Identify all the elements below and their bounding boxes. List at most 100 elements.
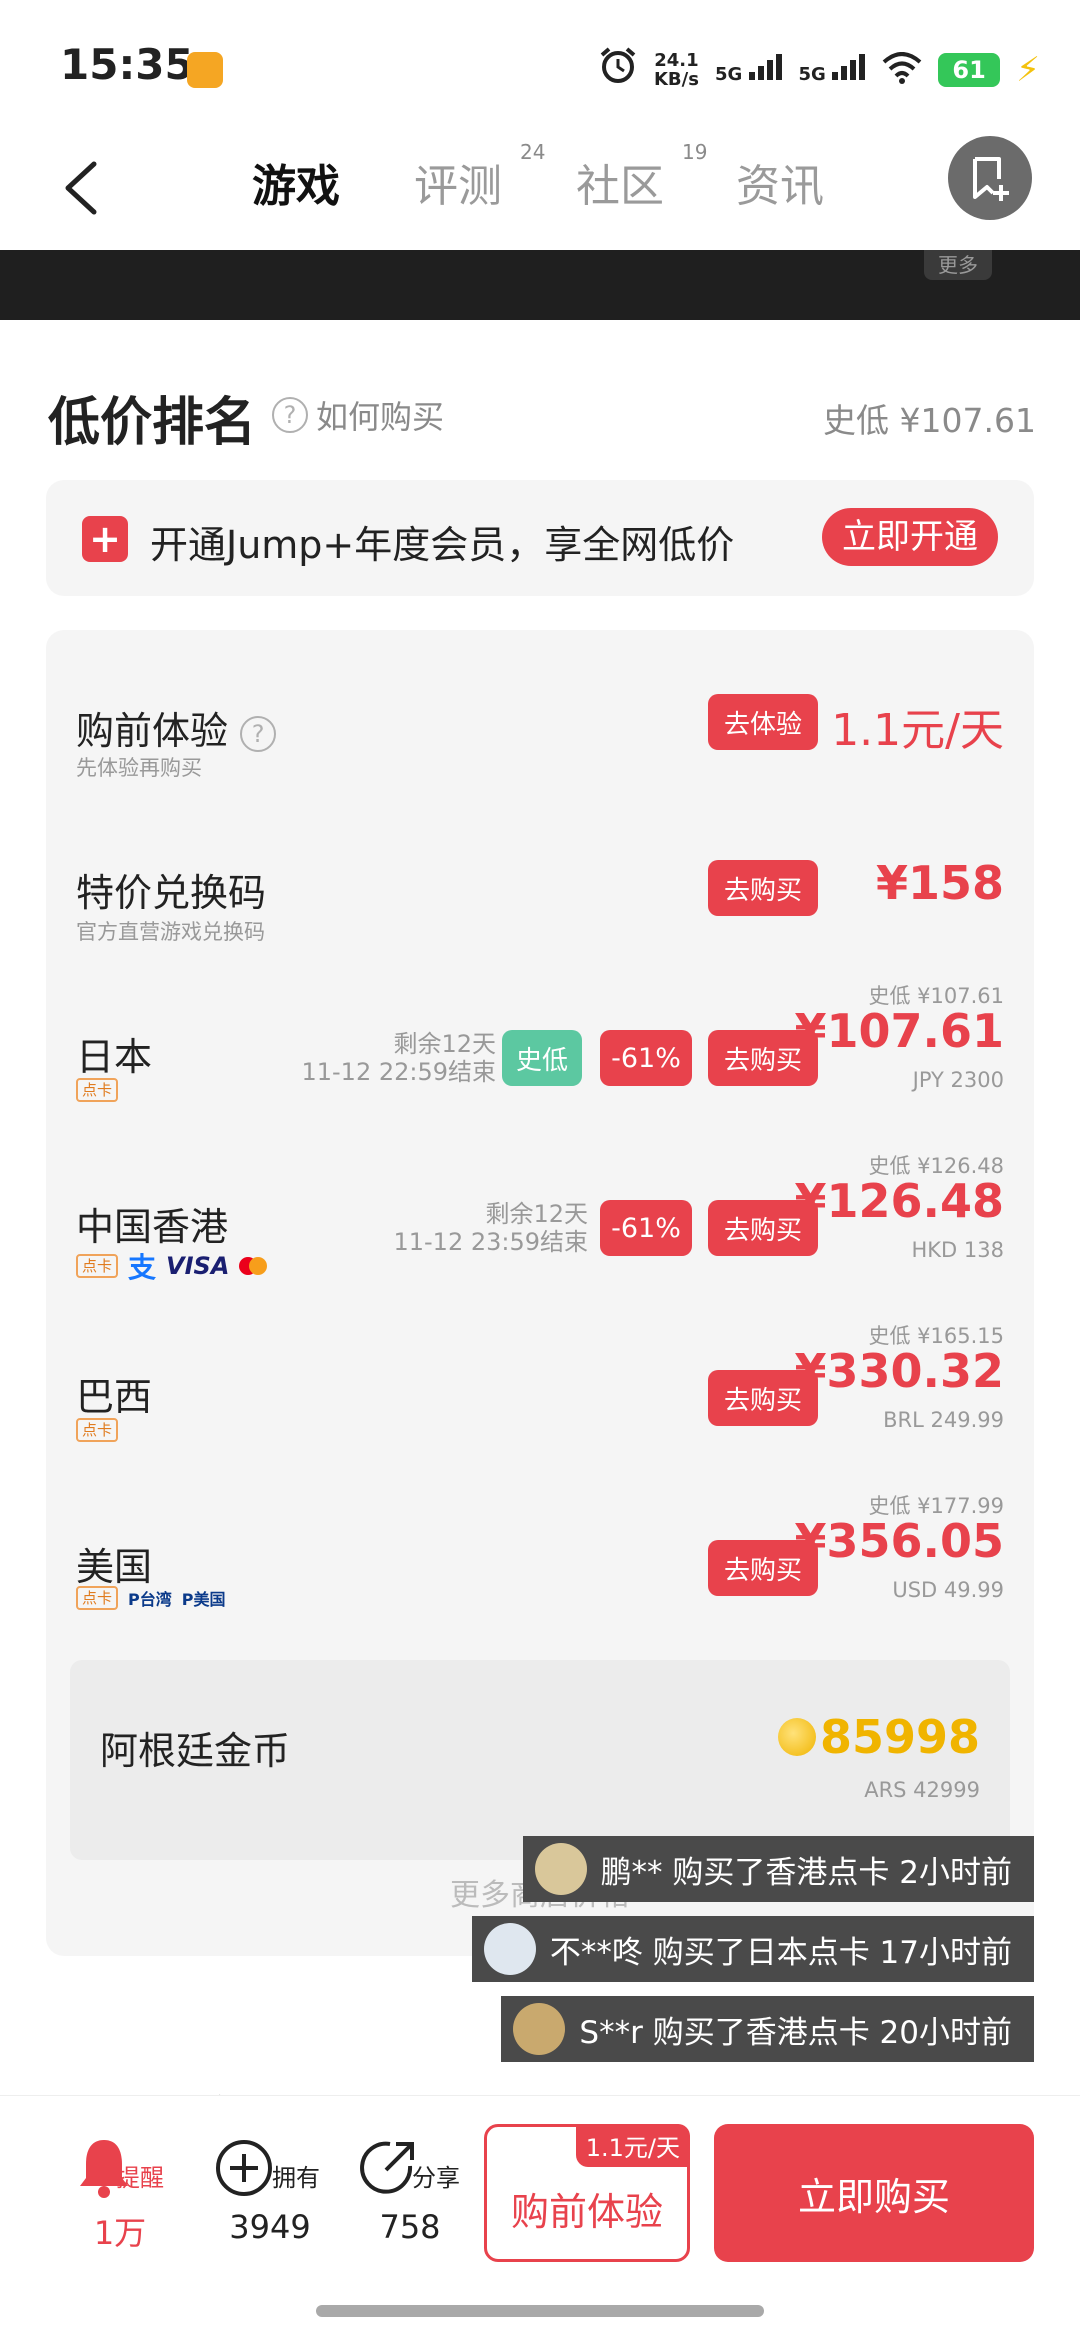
signal-icon bbox=[748, 54, 782, 80]
discount-badge: -61% bbox=[600, 1200, 692, 1256]
region-price: ¥107.61 bbox=[794, 1004, 1004, 1058]
status-icons: 24.1 KB/s 5G 5G 61 ⚡ bbox=[598, 45, 1040, 94]
argentina-coins-row[interactable]: 阿根廷金币 85998 ARS 42999 bbox=[70, 1660, 1010, 1860]
media-strip: 更多 bbox=[0, 250, 1080, 320]
region-tags: 点卡 bbox=[76, 1418, 119, 1442]
tab-news[interactable]: 资讯 bbox=[736, 150, 824, 214]
more-button[interactable]: 更多 bbox=[924, 250, 992, 280]
region-tags: 点卡 支 VISA bbox=[76, 1246, 268, 1286]
card-tag: 点卡 bbox=[76, 1418, 119, 1442]
countdown-remain: 剩余12天 bbox=[393, 1030, 496, 1058]
offer-price: ¥158 bbox=[875, 856, 1004, 910]
discount-badge: -61% bbox=[600, 1030, 692, 1086]
buy-button[interactable]: 去购买 bbox=[708, 860, 818, 916]
card-tag: 点卡 bbox=[76, 1586, 119, 1610]
historical-low-badge: 史低 bbox=[502, 1030, 582, 1086]
region-tags: 点卡 P台湾 P美国 bbox=[76, 1586, 226, 1610]
open-membership-button[interactable]: 立即开通 bbox=[822, 508, 998, 566]
signal-5g-2: 5G bbox=[799, 54, 867, 85]
toast-text: 不**咚 购买了日本点卡 17小时前 bbox=[549, 1934, 1012, 1971]
alipay-icon: 支 bbox=[128, 1251, 157, 1284]
argentina-name: 阿根廷金币 bbox=[100, 1729, 291, 1773]
paypal-icon: P美国 bbox=[181, 1590, 226, 1609]
offer-code: 特价兑换码 官方直营游戏兑换码 去购买 ¥158 bbox=[46, 800, 1034, 970]
add-bookmark-icon bbox=[973, 157, 1009, 201]
how-to-buy-link[interactable]: ? 如何购买 bbox=[272, 392, 444, 438]
share-icon bbox=[360, 2141, 414, 2194]
offer-trial: 购前体验 ? 先体验再购买 去体验 1.1元/天 bbox=[46, 630, 1034, 800]
region-local-price: HKD 138 bbox=[911, 1238, 1005, 1262]
back-arrow-icon bbox=[65, 161, 97, 215]
region-price: ¥356.05 bbox=[794, 1514, 1004, 1568]
countdown-remain: 剩余12天 bbox=[485, 1200, 588, 1228]
avatar bbox=[483, 1923, 536, 1975]
help-icon[interactable]: ? bbox=[240, 715, 277, 752]
paypal-icon: P台湾 bbox=[128, 1590, 172, 1609]
back-button[interactable] bbox=[60, 148, 120, 228]
price-list: 购前体验 ? 先体验再购买 去体验 1.1元/天 特价兑换码 官方直营游戏兑换码… bbox=[46, 630, 1034, 1956]
add-bookmark-button[interactable] bbox=[948, 136, 1032, 220]
remind-button[interactable]: 提醒 1万 bbox=[60, 2136, 180, 2254]
avatar bbox=[513, 2003, 566, 2055]
historical-low: 史低 ¥107.61 bbox=[823, 401, 1036, 440]
region-local-price: JPY 2300 bbox=[912, 1068, 1004, 1092]
region-tags: 点卡 bbox=[76, 1078, 119, 1102]
region-name: 中国香港 bbox=[76, 1205, 229, 1249]
toast-text: 鹏** 购买了香港点卡 2小时前 bbox=[600, 1854, 1012, 1891]
signal-label-2: 5G bbox=[798, 64, 826, 85]
region-price: ¥126.48 bbox=[794, 1174, 1004, 1228]
help-icon: ? bbox=[272, 397, 308, 433]
share-button[interactable]: 分享 758 bbox=[350, 2136, 470, 2246]
charging-icon: ⚡ bbox=[1016, 49, 1040, 90]
share-count: 758 bbox=[379, 2208, 441, 2246]
tab-game-label: 游戏 bbox=[252, 161, 340, 212]
offer-name-text: 购前体验 bbox=[76, 709, 229, 753]
region-row-hongkong: 中国香港 点卡 支 VISA 剩余12天 11-12 23:59结束 -61% 去… bbox=[46, 1140, 1034, 1310]
tab-community-label: 社区 bbox=[576, 161, 664, 212]
toast-text: S**r 购买了香港点卡 20小时前 bbox=[579, 2014, 1012, 2051]
countdown-end: 11-12 23:59结束 bbox=[393, 1228, 588, 1256]
offer-name: 购前体验 ? bbox=[76, 700, 277, 755]
app-notification-icon bbox=[187, 52, 223, 88]
alarm-icon bbox=[598, 45, 638, 94]
own-button[interactable]: 拥有 3949 bbox=[210, 2136, 330, 2246]
argentina-price-value: 85998 bbox=[819, 1710, 980, 1764]
tab-review[interactable]: 评测 24 bbox=[414, 140, 545, 214]
share-label: 分享 bbox=[412, 2164, 460, 2192]
signal-5g-1: 5G bbox=[715, 54, 783, 85]
card-tag: 点卡 bbox=[76, 1254, 119, 1278]
plus-member-icon: + bbox=[82, 516, 128, 562]
paypal-region-label: 美国 bbox=[193, 1590, 226, 1609]
region-price: ¥330.32 bbox=[794, 1344, 1004, 1398]
how-to-buy-label: 如何购买 bbox=[316, 398, 445, 436]
top-nav: 游戏 评测 24 社区 19 资讯 bbox=[0, 130, 1080, 250]
status-time: 15:35 bbox=[60, 40, 194, 89]
own-count: 3949 bbox=[229, 2208, 311, 2246]
own-label: 拥有 bbox=[272, 2164, 320, 2192]
coin-icon bbox=[777, 1718, 816, 1756]
trial-button[interactable]: 1.1元/天 购前体验 bbox=[484, 2124, 690, 2262]
paypal-region-label: 台湾 bbox=[139, 1590, 172, 1609]
purchase-toast: 鹏** 购买了香港点卡 2小时前 bbox=[522, 1836, 1034, 1902]
tab-review-badge: 24 bbox=[520, 140, 546, 164]
offer-sub: 先体验再购买 bbox=[76, 756, 202, 780]
try-button[interactable]: 去体验 bbox=[708, 694, 818, 750]
member-banner[interactable]: + 开通Jump+年度会员，享全网低价 立即开通 bbox=[46, 480, 1034, 596]
status-bar: 15:35 24.1 KB/s 5G 5G 61 ⚡ bbox=[0, 0, 1080, 130]
countdown: 剩余12天 11-12 23:59结束 bbox=[393, 1200, 588, 1256]
tab-community-badge: 19 bbox=[682, 140, 708, 164]
purchase-toast: 不**咚 购买了日本点卡 17小时前 bbox=[471, 1916, 1034, 1982]
tab-review-label: 评测 bbox=[414, 161, 502, 212]
offer-price: 1.1元/天 bbox=[831, 705, 1004, 756]
battery-icon: 61 bbox=[938, 52, 1001, 87]
region-local-price: USD 49.99 bbox=[892, 1578, 1004, 1602]
region-name: 日本 bbox=[76, 1035, 153, 1079]
purchase-toast: S**r 购买了香港点卡 20小时前 bbox=[501, 1996, 1034, 2062]
avatar bbox=[534, 1843, 587, 1895]
region-name: 巴西 bbox=[76, 1375, 153, 1419]
buy-now-button[interactable]: 立即购买 bbox=[714, 2124, 1034, 2262]
home-indicator[interactable] bbox=[316, 2305, 764, 2317]
wifi-icon bbox=[882, 51, 922, 88]
tab-community[interactable]: 社区 19 bbox=[576, 140, 707, 214]
tab-game[interactable]: 游戏 bbox=[252, 150, 340, 214]
